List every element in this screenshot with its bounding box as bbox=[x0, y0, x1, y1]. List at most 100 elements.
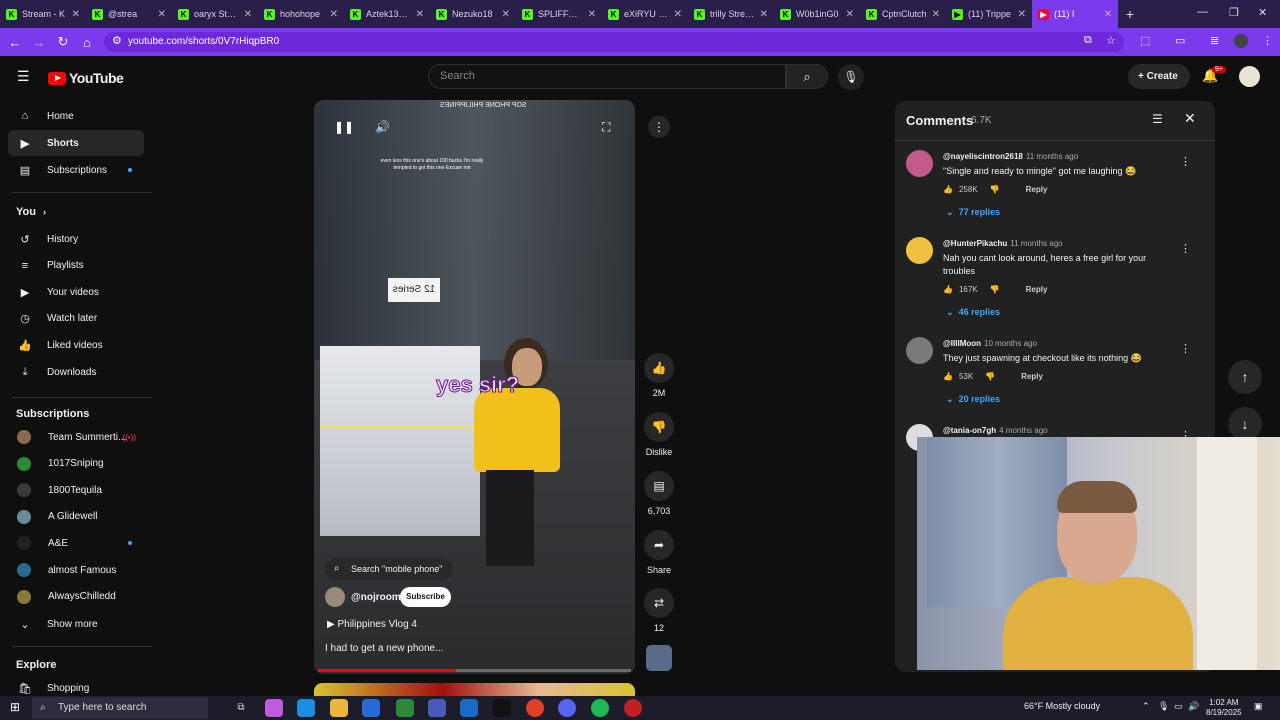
tab-close-icon[interactable]: ✕ bbox=[846, 9, 854, 20]
close-icon[interactable]: ✕ bbox=[1184, 110, 1196, 127]
browser-tab[interactable]: K @strea ✕ bbox=[86, 0, 172, 28]
minimize-icon[interactable]: — bbox=[1197, 6, 1208, 18]
view-replies-button[interactable]: ⌄ 77 replies bbox=[946, 207, 1000, 218]
microphone-icon[interactable]: 🎙 bbox=[838, 64, 864, 90]
sort-icon[interactable]: ☰ bbox=[1152, 112, 1163, 126]
store-icon[interactable] bbox=[362, 699, 380, 717]
browser-tab[interactable]: K Nezuko18 ✕ bbox=[430, 0, 516, 28]
commenter-name[interactable]: @tania-on7gh 4 months ago bbox=[943, 426, 1048, 435]
fullscreen-icon[interactable]: ⛶ bbox=[602, 120, 610, 135]
more-options-icon[interactable]: ⋮ bbox=[648, 116, 670, 138]
channel-avatar[interactable] bbox=[325, 587, 345, 607]
next-short-button[interactable]: ↓ bbox=[1228, 407, 1262, 441]
video-progress-bar[interactable] bbox=[318, 669, 631, 672]
view-replies-button[interactable]: ⌄ 46 replies bbox=[946, 307, 1000, 318]
app-icon-red[interactable] bbox=[624, 699, 642, 717]
back-icon[interactable]: ← bbox=[3, 35, 27, 50]
like-button[interactable]: 👍 2M bbox=[640, 353, 678, 398]
volume-icon[interactable]: 🔊 bbox=[375, 120, 390, 134]
reply-button[interactable]: Reply bbox=[1026, 185, 1048, 194]
browser-tab[interactable]: K CptnClutch ✕ bbox=[860, 0, 946, 28]
sound-thumbnail[interactable] bbox=[646, 645, 672, 671]
comment-more-icon[interactable]: ⋮ bbox=[1180, 242, 1191, 255]
sidebar-item[interactable]: 👍 Liked videos bbox=[8, 332, 144, 358]
browser-tab[interactable]: Koaryx Strea ✕ bbox=[172, 0, 258, 28]
taskbar-search-input[interactable]: ⌕ Type here to search bbox=[32, 697, 208, 719]
notification-center-icon[interactable]: ▣ bbox=[1254, 701, 1263, 712]
sidebar-item[interactable]: ▤ Subscriptions bbox=[8, 157, 144, 183]
browser-menu-icon[interactable]: ⋮ bbox=[1262, 34, 1273, 47]
tray-volume-icon[interactable]: 🔊 bbox=[1188, 701, 1199, 712]
tray-network-icon[interactable]: ▭ bbox=[1174, 701, 1183, 712]
subscribe-button[interactable]: Subscribe bbox=[400, 587, 451, 607]
commenter-avatar[interactable] bbox=[906, 337, 933, 364]
sidebar-item[interactable]: ≡ Playlists bbox=[8, 253, 144, 279]
outlook-icon[interactable] bbox=[460, 699, 478, 717]
comment-more-icon[interactable]: ⋮ bbox=[1180, 342, 1191, 355]
dislike-button[interactable]: 👎 Dislike bbox=[640, 412, 678, 457]
remix-button[interactable]: ⇄ 12 bbox=[640, 588, 678, 633]
bookmark-star-icon[interactable]: ☆ bbox=[1106, 34, 1116, 47]
taskbar-weather[interactable]: 66°F Mostly cloudy bbox=[1024, 701, 1100, 711]
file-explorer-icon[interactable] bbox=[330, 699, 348, 717]
browser-tab[interactable]: Ktrilly Stream ✕ bbox=[688, 0, 774, 28]
playlist-link[interactable]: ▶ Philippines Vlog 4 bbox=[327, 619, 417, 630]
tray-mic-icon[interactable]: 🎙 bbox=[1158, 701, 1169, 712]
restore-icon[interactable]: ❐ bbox=[1229, 6, 1239, 19]
split-view-icon[interactable]: ▭ bbox=[1175, 34, 1185, 47]
copilot-icon[interactable] bbox=[265, 699, 283, 717]
subscription-item[interactable]: almost Famous bbox=[8, 557, 144, 583]
commenter-avatar[interactable] bbox=[906, 237, 933, 264]
comment-more-icon[interactable]: ⋮ bbox=[1180, 155, 1191, 168]
browser-tab[interactable]: KeXiRYU Str ✕ bbox=[602, 0, 688, 28]
tab-close-icon[interactable]: ✕ bbox=[72, 9, 80, 20]
task-view-icon[interactable]: ⧉ bbox=[232, 699, 250, 717]
reply-button[interactable]: Reply bbox=[1021, 372, 1043, 381]
tab-close-icon[interactable]: ✕ bbox=[158, 9, 166, 20]
home-icon[interactable]: ⌂ bbox=[75, 35, 99, 50]
sidebar-item[interactable]: ↺ History bbox=[8, 226, 144, 252]
browser-tab[interactable]: K Aztek138 S ✕ bbox=[344, 0, 430, 28]
tab-close-icon[interactable]: ✕ bbox=[932, 9, 940, 20]
hamburger-menu-icon[interactable]: ☰ bbox=[17, 68, 30, 85]
spotify-icon[interactable] bbox=[591, 699, 609, 717]
subscription-item[interactable]: AlwaysChilledd bbox=[8, 584, 144, 610]
chrome-icon[interactable] bbox=[526, 699, 544, 717]
tab-close-icon[interactable]: ✕ bbox=[1104, 9, 1112, 20]
view-replies-button[interactable]: ⌄ 20 replies bbox=[946, 394, 1000, 405]
commenter-name[interactable]: @HunterPikachu 11 months ago bbox=[943, 239, 1063, 248]
forward-icon[interactable]: → bbox=[27, 35, 51, 50]
browser-tab[interactable]: K W0b1inG0 ✕ bbox=[774, 0, 860, 28]
reload-icon[interactable]: ↻ bbox=[51, 34, 75, 50]
create-button[interactable]: + Create bbox=[1128, 64, 1190, 89]
reply-button[interactable]: Reply bbox=[1026, 285, 1048, 294]
thumbs-up-icon[interactable]: 👍 bbox=[943, 185, 953, 194]
extensions-icon[interactable]: ⬚ bbox=[1140, 34, 1150, 47]
sidebar-item[interactable]: ▶ Shorts bbox=[8, 130, 144, 156]
profile-avatar[interactable] bbox=[1234, 34, 1248, 48]
tab-close-icon[interactable]: ✕ bbox=[674, 9, 682, 20]
account-avatar[interactable] bbox=[1239, 66, 1260, 87]
show-more-button[interactable]: ⌄ Show more bbox=[8, 611, 144, 637]
tab-close-icon[interactable]: ✕ bbox=[330, 9, 338, 20]
app-icon[interactable] bbox=[428, 699, 446, 717]
tab-close-icon[interactable]: ✕ bbox=[416, 9, 424, 20]
subscription-item[interactable]: A Glidewell bbox=[8, 504, 144, 530]
taskbar-clock[interactable]: 1:02 AM 8/19/2025 bbox=[1206, 698, 1242, 718]
install-app-icon[interactable]: ⧉ bbox=[1084, 34, 1092, 47]
subscription-item[interactable]: Team Summerti... ((•)) bbox=[8, 424, 144, 450]
browser-tab[interactable]: ▶ (11) I ✕ bbox=[1032, 0, 1118, 28]
tiktok-icon[interactable] bbox=[493, 699, 511, 717]
sidebar-item[interactable]: ⤓ Downloads bbox=[8, 359, 144, 385]
sidebar-item[interactable]: ▶ Your videos bbox=[8, 279, 144, 305]
address-bar[interactable]: youtube.com/shorts/0V7rHiqpBR0 bbox=[104, 32, 1124, 52]
tab-close-icon[interactable]: ✕ bbox=[244, 9, 252, 20]
browser-tab[interactable]: K Stream - K ✕ bbox=[0, 0, 86, 28]
share-button[interactable]: ➦ Share bbox=[640, 530, 678, 575]
thumbs-down-icon[interactable]: 👎 bbox=[990, 185, 1000, 194]
thumbs-up-icon[interactable]: 👍 bbox=[943, 372, 953, 381]
channel-name[interactable]: @nojroom bbox=[351, 592, 401, 603]
tab-close-icon[interactable]: ✕ bbox=[1018, 9, 1026, 20]
close-window-icon[interactable]: ✕ bbox=[1258, 6, 1267, 19]
site-info-icon[interactable]: ⚙ bbox=[112, 34, 122, 47]
